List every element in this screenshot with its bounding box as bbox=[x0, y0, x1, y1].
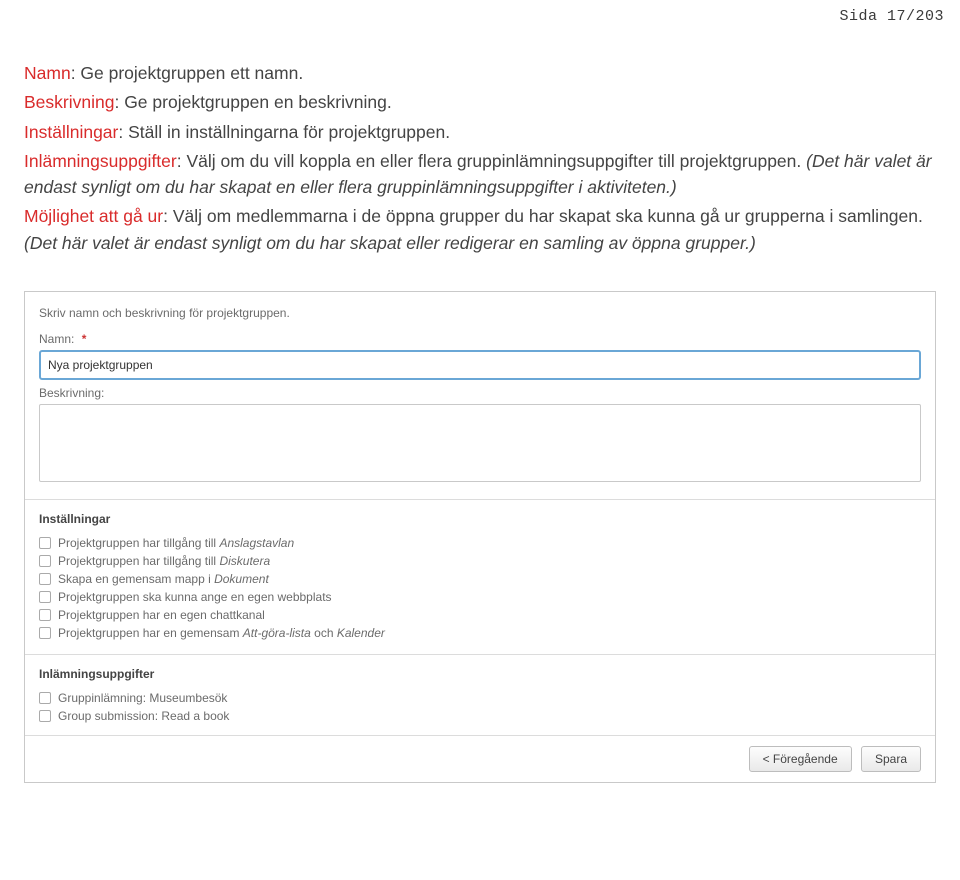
setting-item-chattkanal[interactable]: Projektgruppen har en egen chattkanal bbox=[39, 608, 921, 622]
submission-label: Group submission: Read a book bbox=[58, 709, 229, 723]
button-bar: < Föregående Spara bbox=[25, 735, 935, 782]
required-asterisk: * bbox=[82, 332, 87, 346]
doc-line-namn: Namn: Ge projektgruppen ett namn. bbox=[24, 60, 936, 86]
checkbox-icon[interactable] bbox=[39, 555, 51, 567]
setting-label: Projektgruppen ska kunna ange en egen we… bbox=[58, 590, 332, 604]
save-button[interactable]: Spara bbox=[861, 746, 921, 772]
document-text: Namn: Ge projektgruppen ett namn. Beskri… bbox=[0, 0, 960, 275]
submissions-title: Inlämningsuppgifter bbox=[39, 667, 921, 681]
term-namn: Namn bbox=[24, 63, 71, 83]
term-inlamning: Inlämningsuppgifter bbox=[24, 151, 177, 171]
checkbox-icon[interactable] bbox=[39, 627, 51, 639]
setting-label: Skapa en gemensam mapp i Dokument bbox=[58, 572, 269, 586]
page-indicator: Sida 17/203 bbox=[839, 8, 944, 25]
form-panel: Skriv namn och beskrivning för projektgr… bbox=[24, 291, 936, 783]
doc-line-mojlighet: Möjlighet att gå ur: Välj om medlemmarna… bbox=[24, 203, 936, 256]
setting-item-webbplats[interactable]: Projektgruppen ska kunna ange en egen we… bbox=[39, 590, 921, 604]
checkbox-icon[interactable] bbox=[39, 537, 51, 549]
submissions-list: Gruppinlämning: Museumbesök Group submis… bbox=[39, 691, 921, 723]
settings-list: Projektgruppen har tillgång till Anslags… bbox=[39, 536, 921, 640]
setting-item-anslagstavlan[interactable]: Projektgruppen har tillgång till Anslags… bbox=[39, 536, 921, 550]
prev-button[interactable]: < Föregående bbox=[749, 746, 852, 772]
checkbox-icon[interactable] bbox=[39, 692, 51, 704]
name-input[interactable] bbox=[39, 350, 921, 380]
doc-line-installningar: Inställningar: Ställ in inställningarna … bbox=[24, 119, 936, 145]
term-beskrivning: Beskrivning bbox=[24, 92, 114, 112]
doc-line-inlamning: Inlämningsuppgifter: Välj om du vill kop… bbox=[24, 148, 936, 201]
setting-label: Projektgruppen har en egen chattkanal bbox=[58, 608, 265, 622]
divider bbox=[25, 499, 935, 500]
submission-label: Gruppinlämning: Museumbesök bbox=[58, 691, 227, 705]
divider bbox=[25, 654, 935, 655]
term-mojlighet: Möjlighet att gå ur bbox=[24, 206, 163, 226]
checkbox-icon[interactable] bbox=[39, 710, 51, 722]
term-installningar: Inställningar bbox=[24, 122, 118, 142]
desc-label: Beskrivning: bbox=[39, 386, 921, 400]
setting-item-dokument[interactable]: Skapa en gemensam mapp i Dokument bbox=[39, 572, 921, 586]
setting-label: Projektgruppen har en gemensam Att-göra-… bbox=[58, 626, 385, 640]
checkbox-icon[interactable] bbox=[39, 591, 51, 603]
doc-line-beskrivning: Beskrivning: Ge projektgruppen en beskri… bbox=[24, 89, 936, 115]
setting-label: Projektgruppen har tillgång till Anslags… bbox=[58, 536, 294, 550]
setting-item-diskutera[interactable]: Projektgruppen har tillgång till Diskute… bbox=[39, 554, 921, 568]
submission-item-read-a-book[interactable]: Group submission: Read a book bbox=[39, 709, 921, 723]
submission-item-museumbesok[interactable]: Gruppinlämning: Museumbesök bbox=[39, 691, 921, 705]
checkbox-icon[interactable] bbox=[39, 609, 51, 621]
form-intro: Skriv namn och beskrivning för projektgr… bbox=[39, 306, 921, 320]
checkbox-icon[interactable] bbox=[39, 573, 51, 585]
settings-title: Inställningar bbox=[39, 512, 921, 526]
description-textarea[interactable] bbox=[39, 404, 921, 482]
setting-item-att-gora-lista[interactable]: Projektgruppen har en gemensam Att-göra-… bbox=[39, 626, 921, 640]
name-label: Namn: * bbox=[39, 332, 921, 346]
setting-label: Projektgruppen har tillgång till Diskute… bbox=[58, 554, 270, 568]
